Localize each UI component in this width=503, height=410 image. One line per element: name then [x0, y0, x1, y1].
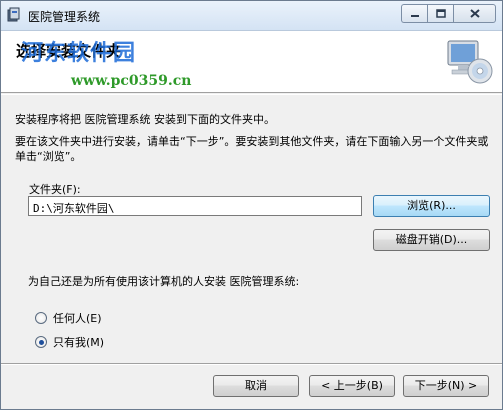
browse-button[interactable]: 浏览(R)...	[373, 195, 490, 217]
minimize-icon	[410, 14, 419, 17]
computer-cd-icon	[447, 40, 493, 84]
radio-button[interactable]	[35, 312, 47, 324]
installer-window: 医院管理系统 选择安装文件夹 河东软件园 www.pc0359.cn 安装程序将…	[0, 0, 503, 410]
install-scope-question: 为自己还是为所有使用该计算机的人安装 医院管理系统:	[28, 275, 300, 288]
radio-label: 任何人(E)	[53, 312, 102, 325]
watermark-logo: 河东软件园	[21, 40, 137, 66]
instruction-text: 要在该文件夹中进行安装，请单击“下一步”。要安装到其他文件夹，请在下面输入另一个…	[15, 135, 489, 163]
header-banner: 选择安装文件夹 河东软件园 www.pc0359.cn	[1, 31, 502, 93]
cancel-button[interactable]: 取消	[213, 375, 299, 397]
window-title: 医院管理系统	[28, 10, 101, 24]
radio-label: 只有我(M)	[53, 336, 105, 349]
intro-text: 安装程序将把 医院管理系统 安装到下面的文件夹中。	[15, 113, 275, 126]
disk-cost-button[interactable]: 磁盘开销(D)...	[373, 229, 490, 251]
next-button[interactable]: 下一步(N) >	[403, 375, 489, 397]
watermark-url: www.pc0359.cn	[71, 73, 192, 89]
window-controls	[401, 4, 496, 23]
back-button[interactable]: < 上一步(B)	[309, 375, 395, 397]
banner-divider	[1, 94, 502, 95]
maximize-button[interactable]	[427, 4, 453, 23]
folder-label: 文件夹(F):	[29, 183, 81, 196]
radio-just-me[interactable]: 只有我(M)	[35, 334, 104, 350]
minimize-button[interactable]	[401, 4, 427, 23]
title-bar[interactable]: 医院管理系统	[1, 1, 502, 31]
radio-everyone[interactable]: 任何人(E)	[35, 310, 102, 326]
installer-app-icon	[7, 7, 20, 22]
close-button[interactable]	[453, 4, 496, 23]
folder-path-input[interactable]: D:\河东软件园\	[28, 196, 362, 216]
maximize-icon	[435, 9, 446, 18]
close-icon	[469, 9, 480, 18]
radio-button-selected[interactable]	[35, 336, 47, 348]
footer-divider-highlight	[1, 364, 502, 365]
